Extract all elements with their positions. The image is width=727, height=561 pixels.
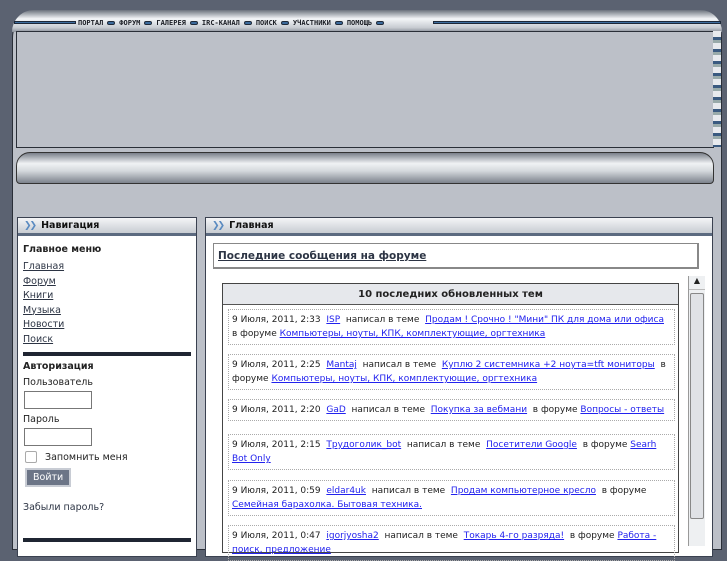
post-topic-link[interactable]: Покупка за вебмани [431,405,527,415]
recent-posts-link[interactable]: Последние сообщения на форуме [218,250,426,262]
menu-link-search[interactable]: Поиск [23,333,191,348]
separator-icon [243,21,252,25]
divider [23,352,191,356]
scroll-up-icon[interactable]: ▲ [689,276,705,290]
post-date: 9 Июля, 2011, 0:59 [232,486,321,496]
navigation-panel: ❯❯ Навигация Главное меню Главная Форум К… [17,217,197,557]
post-user-link[interactable]: ISP [326,315,340,325]
in-forum-text: в форуме [532,405,578,415]
box-title: 10 последних обновленных тем [223,284,678,305]
separator-icon [376,21,385,25]
nav-members[interactable]: УЧАСТНИКИ [293,19,331,27]
menu-link-news[interactable]: Новости [23,318,191,333]
post-date: 9 Июля, 2011, 2:20 [232,405,321,415]
panel-header: ❯❯ Навигация [18,218,196,236]
post-forum-link[interactable]: Вопросы - ответы [580,405,664,415]
nav-gallery[interactable]: ГАЛЕРЕЯ [156,19,186,27]
menu-link-forum[interactable]: Форум [23,275,191,290]
post-forum-link[interactable]: Компьютеры, ноуты, КПК, комплектующие, о… [271,374,537,384]
top-nav: ПОРТАЛ ФОРУМ ГАЛЕРЕЯ IRC-КАНАЛ ПОИСК УЧА… [78,18,385,28]
menu-link-music[interactable]: Музыка [23,304,191,319]
double-arrow-icon: ❯❯ [24,220,37,231]
post-item: 9 Июля, 2011, 2:15 Трудоголик_bot написа… [228,434,675,470]
separator-icon [144,21,153,25]
nav-line [14,21,76,24]
nav-help[interactable]: ПОМОЩЬ [347,19,372,27]
wrote-text: написал в теме [371,486,446,496]
forgot-password-link[interactable]: Забыли пароль? [23,501,191,516]
password-input[interactable] [24,428,92,446]
post-item: 9 Июля, 2011, 0:47 igorjyosha2 написал в… [228,525,675,561]
username-input[interactable] [24,391,92,409]
in-forum-text: в форуме [601,486,647,496]
wrote-text: написал в теме [351,405,425,415]
post-user-link[interactable]: eldar4uk [326,486,366,496]
menu-heading: Главное меню [23,244,102,255]
password-label: Пароль [23,414,60,425]
separator-icon [334,21,343,25]
nav-irc[interactable]: IRC-КАНАЛ [202,19,240,27]
post-date: 9 Июля, 2011, 2:15 [232,440,321,450]
post-forum-link[interactable]: Семейная барахолка. Бытовая техника. [232,500,422,510]
panel-header: ❯❯ Главная [206,218,712,236]
post-topic-link[interactable]: Токарь 4-го разряда! [464,531,564,541]
in-forum-text: в форуме [569,531,615,541]
wrote-text: написал в теме [362,360,437,370]
panel-title: Главная [229,220,274,231]
post-date: 9 Июля, 2011, 2:33 [232,315,321,325]
post-user-link[interactable]: Трудоголик_bot [326,440,401,450]
auth-heading: Авторизация [23,361,94,372]
chrome-bar [16,152,714,184]
panel-title: Навигация [41,220,100,231]
remember-label: Запомнить меня [45,451,128,463]
post-user-link[interactable]: Mantaj [326,360,357,370]
post-date: 9 Июля, 2011, 0:47 [232,531,321,541]
post-forum-link[interactable]: Компьютеры, ноуты, КПК, комплектующие, о… [280,329,546,339]
in-forum-text: в форуме [582,440,628,450]
post-item: 9 Июля, 2011, 2:20 GaD написал в теме По… [228,399,675,421]
post-user-link[interactable]: igorjyosha2 [326,531,378,541]
post-date: 9 Июля, 2011, 2:25 [232,360,321,370]
nav-forum[interactable]: ФОРУМ [119,19,140,27]
menu-link-home[interactable]: Главная [23,260,191,275]
post-user-link[interactable]: GaD [326,405,345,415]
nav-portal[interactable]: ПОРТАЛ [78,19,103,27]
post-item: 9 Июля, 2011, 2:25 Mantaj написал в теме… [228,354,675,390]
wrote-text: написал в теме [384,531,458,541]
divider [23,537,191,542]
post-topic-link[interactable]: Продам ! Срочно ! "Мини" ПК для дома или… [425,315,664,325]
separator-icon [280,21,289,25]
remember-checkbox[interactable] [25,451,37,463]
double-arrow-icon: ❯❯ [212,220,225,231]
wrote-text: написал в теме [345,315,420,325]
menu-link-books[interactable]: Книги [23,289,191,304]
post-topic-link[interactable]: Продам компьютерное кресло [451,486,596,496]
post-item: 9 Июля, 2011, 2:33 ISP написал в теме Пр… [228,309,675,345]
in-forum-text: в форуме [232,329,277,339]
banner-strip [713,31,721,147]
vertical-scrollbar[interactable]: ▲ [688,276,705,546]
nav-line [433,21,721,24]
scroll-thumb[interactable] [690,293,704,519]
section-title: Последние сообщения на форуме [213,243,699,269]
post-item: 9 Июля, 2011, 0:59 eldar4uk написал в те… [228,480,675,516]
nav-search[interactable]: ПОИСК [256,19,277,27]
separator-icon [107,21,116,25]
username-label: Пользователь [23,377,93,388]
recent-topics-box: 10 последних обновленных тем 9 Июля, 201… [222,283,679,561]
wrote-text: написал в теме [406,440,481,450]
separator-icon [189,21,198,25]
post-topic-link[interactable]: Куплю 2 системника +2 ноута=tft мониторы [442,360,655,370]
login-button[interactable]: Войти [25,468,72,487]
post-topic-link[interactable]: Посетители Google [486,440,577,450]
banner [16,31,714,148]
